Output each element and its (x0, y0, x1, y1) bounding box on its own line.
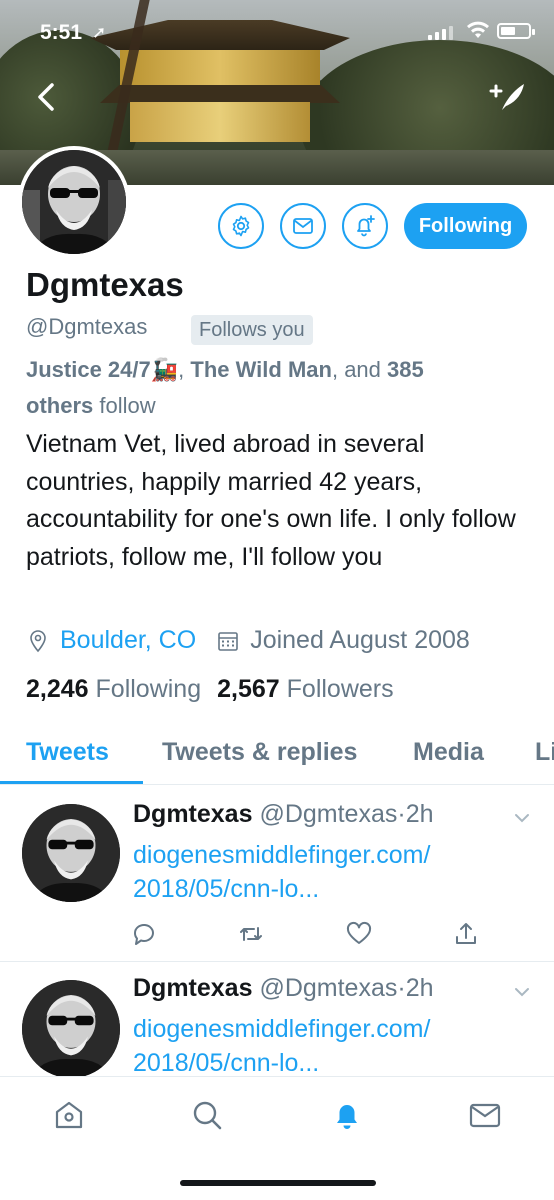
profile-meta: Boulder, CO Joined August 2008 (26, 626, 546, 655)
like-icon[interactable] (345, 920, 373, 948)
notifications-toggle-button[interactable] (342, 203, 388, 249)
profile-name: Dgmtexas (26, 266, 184, 303)
follower-name-1[interactable]: Justice 24/7 (26, 357, 151, 382)
followers-count-link[interactable]: 2,567 Followers (217, 675, 394, 703)
settings-button[interactable] (218, 203, 264, 249)
tweet-item[interactable]: Dgmtexas @Dgmtexas·2h diogenesmiddlefing… (0, 962, 554, 1078)
retweet-icon[interactable] (237, 920, 265, 948)
active-tab-indicator (0, 781, 143, 784)
follow-counts: 2,246 Following 2,567 Followers (26, 675, 394, 704)
message-button[interactable] (280, 203, 326, 249)
chevron-down-icon[interactable] (512, 808, 532, 828)
others-label[interactable]: others (26, 393, 93, 418)
battery-icon (497, 23, 535, 39)
tab-likes[interactable]: Li (535, 738, 554, 767)
chevron-down-icon[interactable] (512, 982, 532, 1002)
tweet-actions (130, 920, 480, 948)
signal-icon (428, 24, 453, 40)
tweet-link[interactable]: diogenesmiddlefinger.com/ 2018/05/cnn-lo… (133, 838, 513, 906)
tweet-link[interactable]: diogenesmiddlefinger.com/ 2018/05/cnn-lo… (133, 1012, 513, 1076)
home-icon[interactable] (51, 1097, 87, 1133)
tweet-author-handle: @Dgmtexas (259, 800, 398, 828)
follower-name-2[interactable]: The Wild Man (190, 357, 332, 382)
back-icon[interactable] (30, 80, 64, 114)
follows-you-badge: Follows you (191, 315, 313, 345)
status-time: 5:51 (40, 21, 83, 44)
tweet-author-name[interactable]: Dgmtexas (133, 974, 253, 1002)
tweet-item[interactable]: Dgmtexas @Dgmtexas·2h diogenesmiddlefing… (0, 786, 554, 962)
notifications-icon[interactable] (329, 1097, 365, 1133)
profile-handle: @Dgmtexas (26, 314, 148, 339)
compose-tweet-icon[interactable] (488, 80, 528, 114)
home-indicator (180, 1180, 376, 1186)
mail-icon (293, 218, 313, 234)
wifi-icon (467, 21, 489, 38)
tweet-avatar[interactable] (22, 980, 120, 1078)
tab-tweets[interactable]: Tweets (26, 738, 109, 767)
tweet-timestamp: 2h (405, 974, 434, 1002)
profile-tabs: Tweets Tweets & replies Media Li (0, 730, 554, 785)
tweet-header: Dgmtexas @Dgmtexas·2h (133, 974, 434, 1002)
train-emoji: 🚂 (150, 357, 179, 382)
calendar-icon (218, 631, 238, 651)
tab-tweets-and-replies[interactable]: Tweets & replies (162, 738, 357, 767)
following-button[interactable]: Following (404, 203, 527, 249)
tweet-author-name[interactable]: Dgmtexas (133, 800, 253, 828)
followed-by[interactable]: Justice 24/7🚂, The Wild Man, and 385 othe… (26, 352, 526, 424)
profile-joined: Joined August 2008 (250, 626, 470, 654)
tab-media[interactable]: Media (413, 738, 484, 767)
others-count[interactable]: 385 (387, 357, 424, 382)
search-icon[interactable] (189, 1097, 225, 1133)
share-icon[interactable] (452, 920, 480, 948)
reply-icon[interactable] (130, 920, 158, 948)
profile-location[interactable]: Boulder, CO (60, 626, 196, 655)
tweet-timestamp: 2h (405, 800, 434, 828)
tweet-avatar[interactable] (22, 804, 120, 902)
status-bar: 5:51 ➚ (0, 0, 554, 60)
tweet-header: Dgmtexas @Dgmtexas·2h (133, 800, 434, 828)
gear-icon (232, 215, 250, 237)
profile-bio: Vietnam Vet, lived abroad in several cou… (26, 430, 516, 571)
bell-plus-icon (357, 215, 375, 237)
location-pin-icon (30, 629, 46, 652)
location-arrow-icon: ➚ (92, 23, 107, 42)
messages-icon[interactable] (467, 1097, 503, 1133)
tweet-author-handle: @Dgmtexas (259, 974, 398, 1002)
following-count-link[interactable]: 2,246 Following (26, 675, 201, 703)
profile-avatar[interactable] (18, 146, 130, 258)
